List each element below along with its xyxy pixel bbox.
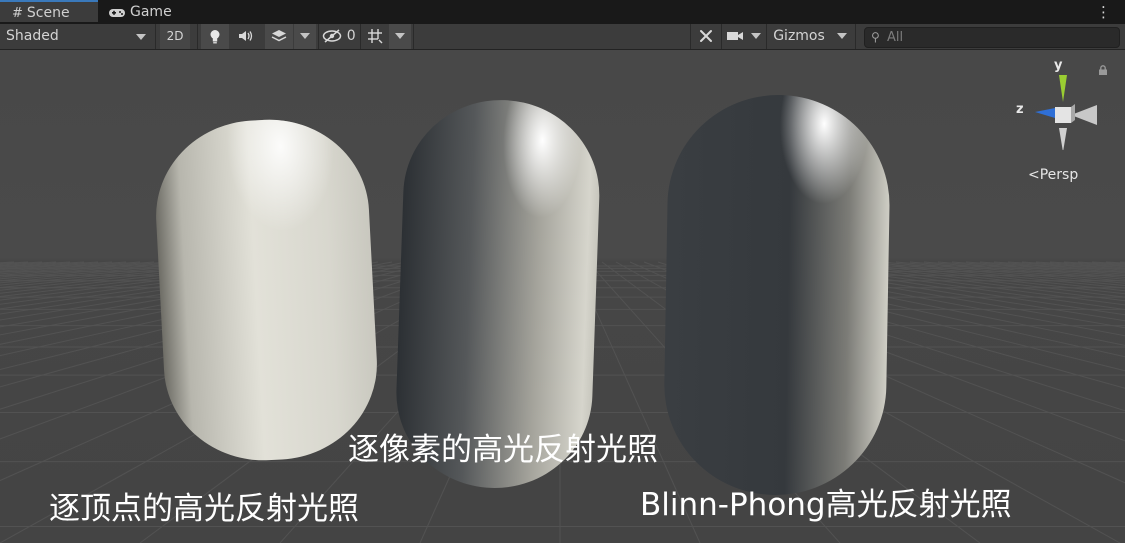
- gizmos-button[interactable]: Gizmos: [768, 24, 830, 49]
- lightbulb-icon: [209, 28, 221, 44]
- y-axis-label: y: [1054, 58, 1063, 73]
- hidden-count: 0: [346, 28, 356, 44]
- grid-toggle-button[interactable]: [362, 24, 388, 49]
- grid-dropdown[interactable]: [389, 24, 411, 49]
- camera-button[interactable]: [723, 24, 747, 49]
- search-input[interactable]: ⚲ All: [864, 27, 1120, 48]
- search-icon: ⚲: [871, 30, 880, 44]
- gizmo-center-cube: [1055, 107, 1071, 123]
- chevron-down-icon: [751, 33, 761, 39]
- projection-label: Persp: [1039, 167, 1079, 183]
- capsule-blinn-phong: [664, 95, 890, 495]
- audio-toggle-button[interactable]: [232, 24, 260, 49]
- persp-chevron-icon: <: [1028, 167, 1040, 183]
- divider: [360, 24, 361, 49]
- grid-snap-icon: [367, 28, 383, 44]
- lighting-toggle-button[interactable]: [201, 24, 229, 49]
- tab-scene-label: Scene: [26, 5, 70, 21]
- projection-toggle[interactable]: <Persp: [1028, 167, 1078, 183]
- gamepad-icon: [108, 1, 126, 25]
- 2d-label: 2D: [166, 29, 184, 43]
- divider: [721, 24, 722, 49]
- divider: [413, 24, 414, 49]
- caption-vertex: 逐顶点的高光反射光照: [49, 491, 359, 527]
- z-axis-label: z: [1016, 102, 1024, 117]
- caption-blinn-phong: Blinn-Phong高光反射光照: [640, 487, 1012, 523]
- divider: [855, 24, 856, 49]
- scene-visibility-button[interactable]: 0: [320, 24, 358, 49]
- draw-mode-dropdown[interactable]: Shaded: [0, 24, 152, 49]
- z-axis-cone-icon: [1035, 108, 1055, 118]
- tab-game-label: Game: [130, 4, 172, 20]
- neg-y-cone-icon: [1059, 128, 1067, 150]
- effects-dropdown[interactable]: [294, 24, 316, 49]
- more-options-icon[interactable]: ⋮: [1096, 3, 1111, 21]
- search-placeholder: All: [887, 30, 904, 45]
- eye-hidden-icon: [322, 28, 346, 44]
- tools-button[interactable]: [693, 24, 719, 49]
- camera-dropdown[interactable]: [747, 24, 765, 49]
- lock-icon[interactable]: [1098, 65, 1108, 75]
- tab-scene[interactable]: # Scene: [0, 0, 98, 22]
- effects-toggle-button[interactable]: [265, 24, 293, 49]
- chevron-down-icon: [300, 33, 310, 39]
- chevron-down-icon: [395, 33, 405, 39]
- layers-icon: [271, 28, 287, 44]
- wrench-icon: [698, 28, 714, 44]
- gizmos-dropdown[interactable]: [832, 24, 852, 49]
- divider: [690, 24, 691, 49]
- divider: [155, 24, 156, 49]
- y-axis-cone-icon: [1059, 75, 1067, 102]
- scene-render: [0, 50, 1125, 543]
- draw-mode-label: Shaded: [6, 28, 59, 44]
- scene-viewport[interactable]: 逐顶点的高光反射光照 逐像素的高光反射光照 Blinn-Phong高光反射光照 …: [0, 50, 1125, 543]
- chevron-down-icon: [837, 33, 847, 39]
- chevron-down-icon: [136, 34, 146, 40]
- divider: [318, 24, 319, 49]
- 2d-toggle-button[interactable]: 2D: [160, 24, 190, 49]
- divider: [197, 24, 198, 49]
- tab-game[interactable]: Game: [108, 0, 188, 24]
- speaker-icon: [238, 28, 254, 44]
- gizmos-label: Gizmos: [773, 28, 825, 44]
- camera-icon: [726, 28, 744, 44]
- caption-pixel: 逐像素的高光反射光照: [348, 432, 658, 468]
- tab-bar: # Scene Game ⋮: [0, 0, 1125, 24]
- scene-toolbar: Shaded 2D 0 Gizmos ⚲ All: [0, 24, 1125, 50]
- grid-icon: #: [12, 6, 23, 21]
- capsule-vertex-lighting: [156, 119, 377, 461]
- divider: [766, 24, 767, 49]
